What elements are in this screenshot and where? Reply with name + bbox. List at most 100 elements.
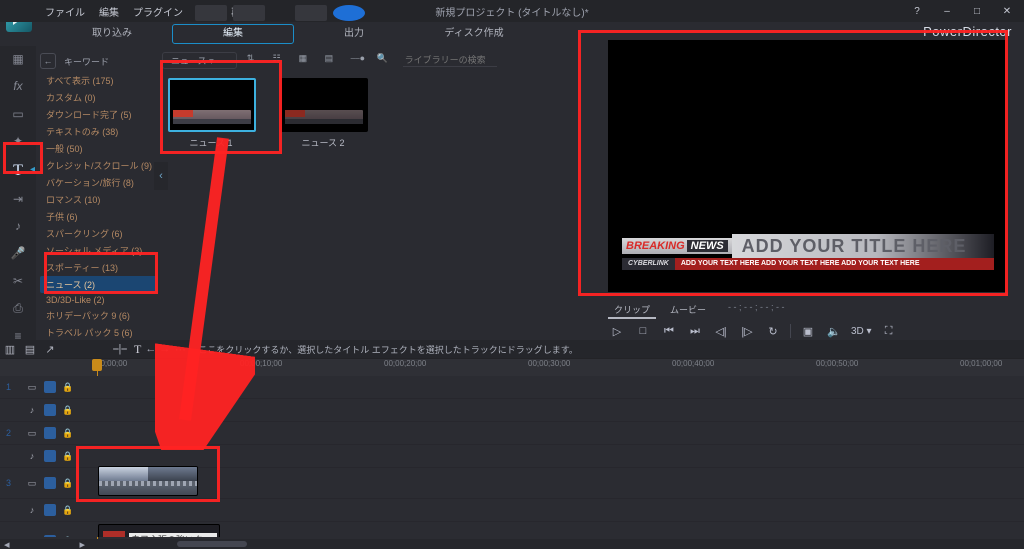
next-frame-button[interactable]: ⏭ xyxy=(686,323,704,339)
timeline-scrollbar[interactable]: ◂ ▸ xyxy=(0,539,1024,549)
tl-title-tool[interactable]: T xyxy=(134,342,141,357)
library-search-input[interactable] xyxy=(403,54,497,67)
track-toggle[interactable] xyxy=(44,535,56,537)
sidebar-item-kids[interactable]: 子供 (6) xyxy=(40,208,158,225)
3d-button[interactable]: 3D ▾ xyxy=(851,323,872,339)
sidebar-item-sporty[interactable]: スポーティー (13) xyxy=(40,259,158,276)
library-dropdown[interactable]: ニュース ▾ xyxy=(162,52,237,69)
tl-view2-icon[interactable]: ▤ xyxy=(20,342,40,356)
grid-icon[interactable]: ▦ xyxy=(299,53,315,67)
timeline-title-clip[interactable]: 自己主張の強いタ xyxy=(98,524,220,537)
snapshot-button[interactable]: ▣ xyxy=(799,323,817,339)
detail-icon[interactable]: ▤ xyxy=(325,53,341,67)
pip-icon[interactable]: ▭ xyxy=(7,107,29,122)
lock-icon[interactable]: 🔒 xyxy=(62,450,74,462)
volume-button[interactable]: 🔈 xyxy=(825,323,843,339)
fx-icon[interactable]: fx xyxy=(7,79,29,94)
tl-more-icon[interactable]: ⋯ xyxy=(170,342,190,356)
tab-output[interactable]: 出力 xyxy=(294,24,414,44)
track-toggle[interactable] xyxy=(44,381,56,393)
timeline-ruler[interactable]: 00;00;00 00;00;10;00 00;00;20;00 00;00;3… xyxy=(0,358,1024,377)
tl-arrow-icon[interactable]: ↗ xyxy=(40,342,60,356)
sidebar-item-vacation[interactable]: バケーション/旅行 (8) xyxy=(40,174,158,191)
sidebar-item-credit[interactable]: クレジット/スクロール (9) xyxy=(40,157,158,174)
preview-tab-clip[interactable]: クリップ xyxy=(608,302,656,319)
thumb-news2[interactable]: ニュース 2 xyxy=(280,78,366,148)
help-button[interactable]: ? xyxy=(904,5,930,17)
tab-edit[interactable]: 編集 xyxy=(172,24,294,44)
particle-icon[interactable]: ✦ xyxy=(7,134,29,149)
lock-icon[interactable]: 🔒 xyxy=(62,427,74,439)
track-1a[interactable]: ♪🔒 xyxy=(0,399,1024,422)
track-3v[interactable]: 3▭🔒 xyxy=(0,468,1024,499)
sidebar-item-downloaded[interactable]: ダウンロード完了 (5) xyxy=(40,106,158,123)
track-toggle[interactable] xyxy=(44,427,56,439)
tab-disc[interactable]: ディスク作成 xyxy=(414,24,534,44)
sort-icon[interactable]: ⇅ xyxy=(247,53,263,67)
sidebar-item-holiday[interactable]: ホリデーパック 9 (6) xyxy=(40,307,158,324)
scroll-left-icon[interactable]: ◂ xyxy=(4,538,10,549)
lock-icon[interactable]: 🔒 xyxy=(62,477,74,489)
voice-icon[interactable]: 🎤 xyxy=(7,246,29,261)
lock-icon[interactable]: 🔒 xyxy=(62,381,74,393)
media-icon[interactable]: ▦ xyxy=(7,52,29,67)
thumb-news1[interactable]: ニュース 1 xyxy=(168,78,254,148)
sidebar-item-news[interactable]: ニュース (2) xyxy=(40,276,158,293)
sidebar-item-romance[interactable]: ロマンス (10) xyxy=(40,191,158,208)
track-2v[interactable]: 2▭🔒 xyxy=(0,422,1024,445)
playhead[interactable] xyxy=(92,359,102,371)
tab-import[interactable]: 取り込み xyxy=(52,24,172,44)
track-4v[interactable]: 4▭🔒 自己主張の強いタ xyxy=(0,522,1024,537)
fullscreen-button[interactable]: ⛶ xyxy=(880,323,898,339)
step-fwd-button[interactable]: |▷ xyxy=(738,323,756,339)
stop-button[interactable]: □ xyxy=(634,323,652,339)
track-toggle[interactable] xyxy=(44,404,56,416)
track-toggle[interactable] xyxy=(44,504,56,516)
sidebar-item-sparkling[interactable]: スパークリング (6) xyxy=(40,225,158,242)
chapter-icon[interactable]: ✂ xyxy=(7,274,29,289)
sidebar-item-travel[interactable]: トラベル パック 5 (6) xyxy=(40,324,158,341)
sidebar-item-social[interactable]: ソーシャル メディア (3) xyxy=(40,242,158,259)
maximize-button[interactable]: □ xyxy=(964,5,990,17)
sidebar-item-custom[interactable]: カスタム (0) xyxy=(40,89,158,106)
track-3a[interactable]: ♪🔒 xyxy=(0,499,1024,522)
minimize-button[interactable]: – xyxy=(934,5,960,17)
scroll-right-icon[interactable]: ▸ xyxy=(80,538,86,549)
collapse-sidebar-button[interactable]: ‹ xyxy=(154,162,168,190)
sidebar-item-general[interactable]: 一般 (50) xyxy=(40,140,158,157)
sidebar-item-all[interactable]: すべて表示 (175) xyxy=(40,72,158,89)
lock-icon[interactable]: 🔒 xyxy=(62,404,74,416)
menu-edit[interactable]: 編集 xyxy=(92,4,126,19)
close-button[interactable]: ✕ xyxy=(994,5,1020,17)
loop-button[interactable]: ↻ xyxy=(764,323,782,339)
lock-icon[interactable]: 🔒 xyxy=(62,535,74,537)
sidebar-item-textonly[interactable]: テキストのみ (38) xyxy=(40,123,158,140)
filter-icon[interactable]: ☷ xyxy=(273,53,289,67)
slider-icon[interactable]: ⎯⎯● xyxy=(351,53,367,67)
move-arrows-icon[interactable]: ← → xyxy=(145,343,170,355)
prev-frame-button[interactable]: ⏮ xyxy=(660,323,678,339)
preview-tab-movie[interactable]: ムービー xyxy=(664,302,712,319)
play-button[interactable]: ▷ xyxy=(608,323,626,339)
ratio-icon[interactable] xyxy=(295,5,327,21)
sidebar-item-3d[interactable]: 3D/3D-Like (2) xyxy=(40,293,158,307)
audio-icon[interactable]: ♪ xyxy=(7,219,29,234)
subtitle-icon[interactable]: ⎙ xyxy=(7,301,29,316)
track-2a[interactable]: ♪🔒 xyxy=(0,445,1024,468)
menu-plugin[interactable]: プラグイン xyxy=(126,4,190,19)
undo-icon[interactable] xyxy=(195,5,227,21)
category-back-button[interactable]: ← xyxy=(40,53,56,69)
lock-icon[interactable]: 🔒 xyxy=(62,504,74,516)
redo-icon[interactable] xyxy=(233,5,265,21)
tl-marker-icon[interactable]: ⎯|⎯ xyxy=(110,342,130,356)
track-1v[interactable]: 1▭🔒 xyxy=(0,376,1024,399)
track-toggle[interactable] xyxy=(44,450,56,462)
timeline-video-clip[interactable] xyxy=(98,466,198,496)
menu-file[interactable]: ファイル xyxy=(38,4,92,19)
tl-view-icon[interactable]: ▥ xyxy=(0,342,20,356)
track-toggle[interactable] xyxy=(44,477,56,489)
transition-icon[interactable]: ⇥ xyxy=(7,192,29,207)
cloud-icon[interactable] xyxy=(333,5,365,21)
step-back-button[interactable]: ◁| xyxy=(712,323,730,339)
title-icon[interactable]: T ◂ xyxy=(7,162,29,180)
